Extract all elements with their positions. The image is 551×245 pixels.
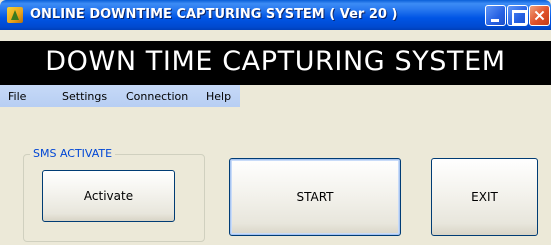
window-title: ONLINE DOWNTIME CAPTURING SYSTEM ( Ver 2… xyxy=(30,7,398,22)
title-bar[interactable]: ONLINE DOWNTIME CAPTURING SYSTEM ( Ver 2… xyxy=(0,0,551,30)
menu-connection[interactable]: Connection xyxy=(126,90,188,103)
start-button[interactable]: START xyxy=(229,158,401,236)
header-banner: DOWN TIME CAPTURING SYSTEM xyxy=(0,41,551,85)
maximize-button[interactable] xyxy=(507,5,528,26)
banner-title: DOWN TIME CAPTURING SYSTEM xyxy=(45,46,506,77)
exit-button[interactable]: EXIT xyxy=(431,158,538,236)
activate-button[interactable]: Activate xyxy=(42,170,175,222)
app-window: ONLINE DOWNTIME CAPTURING SYSTEM ( Ver 2… xyxy=(0,0,551,245)
close-icon xyxy=(534,10,545,21)
close-button[interactable] xyxy=(529,5,550,26)
sms-activate-legend: SMS ACTIVATE xyxy=(30,147,116,160)
minimize-button[interactable] xyxy=(485,5,506,26)
menu-bar: File Settings Connection Help xyxy=(0,85,240,107)
menu-settings[interactable]: Settings xyxy=(62,90,107,103)
menu-file[interactable]: File xyxy=(8,90,26,103)
menu-help[interactable]: Help xyxy=(206,90,231,103)
app-icon[interactable] xyxy=(7,7,23,23)
